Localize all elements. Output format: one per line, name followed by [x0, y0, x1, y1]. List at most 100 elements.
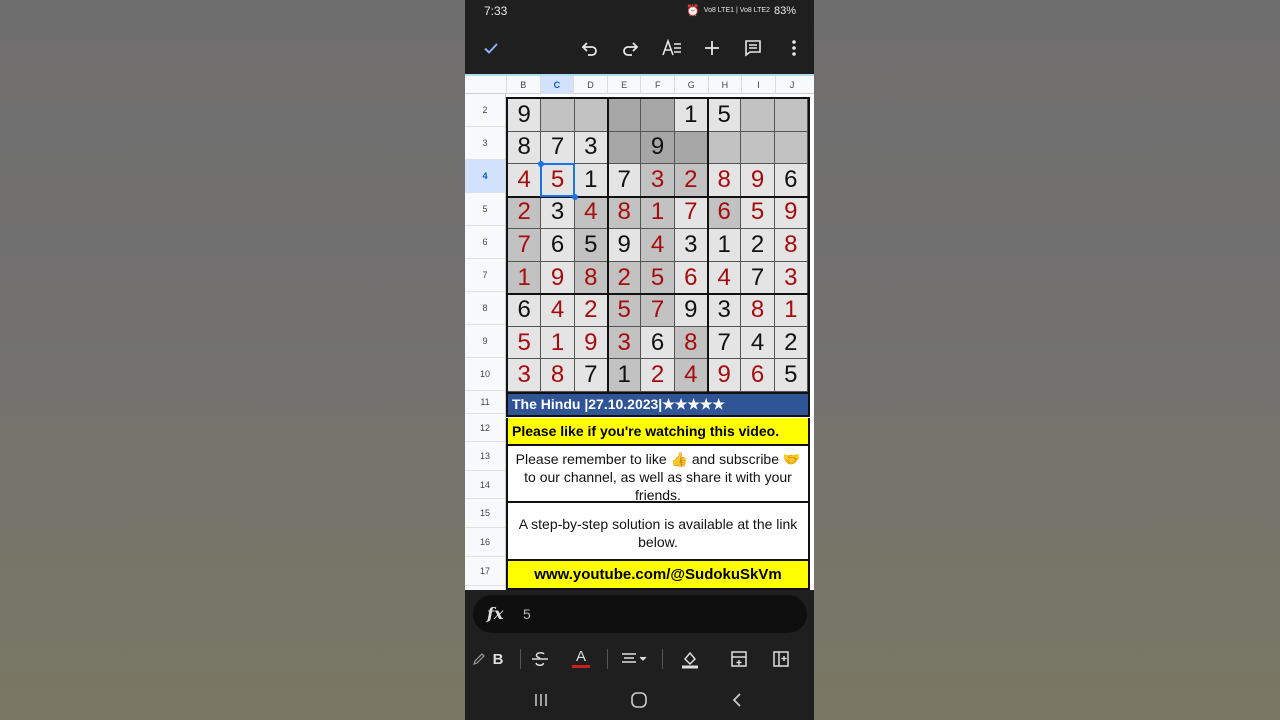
- row-header-17[interactable]: 17: [465, 557, 505, 586]
- redo-icon[interactable]: [612, 24, 648, 72]
- back-icon[interactable]: [717, 680, 757, 720]
- row-header-10[interactable]: 10: [465, 358, 505, 391]
- sudoku-cell[interactable]: 3: [574, 131, 608, 165]
- sudoku-cell[interactable]: 2: [674, 164, 708, 197]
- text-color-icon[interactable]: A: [569, 640, 593, 678]
- sudoku-cell[interactable]: 7: [608, 164, 642, 197]
- sudoku-cell[interactable]: 5: [508, 326, 542, 360]
- column-header-i[interactable]: I: [741, 76, 775, 94]
- recents-icon[interactable]: [521, 680, 561, 720]
- sudoku-cell[interactable]: 9: [541, 261, 575, 295]
- sudoku-cell[interactable]: 3: [674, 229, 708, 262]
- formula-input[interactable]: 5: [523, 606, 531, 622]
- column-header-b[interactable]: B: [506, 76, 540, 94]
- sudoku-cell[interactable]: 4: [674, 359, 708, 392]
- sudoku-cell[interactable]: [741, 99, 775, 132]
- sudoku-cell[interactable]: 2: [641, 359, 675, 392]
- sudoku-cell[interactable]: 1: [541, 326, 575, 360]
- column-header-g[interactable]: G: [674, 76, 708, 94]
- sudoku-cell[interactable]: [774, 131, 808, 165]
- sudoku-cell[interactable]: 8: [674, 326, 708, 360]
- sudoku-cell[interactable]: 9: [608, 229, 642, 262]
- sudoku-cell[interactable]: 3: [541, 196, 575, 230]
- sudoku-cell[interactable]: [574, 99, 608, 132]
- sudoku-cell[interactable]: 5: [708, 99, 742, 132]
- sudoku-cell[interactable]: 8: [508, 131, 542, 165]
- sudoku-cell[interactable]: 5: [608, 294, 642, 327]
- align-icon[interactable]: [617, 640, 651, 678]
- row-header-2[interactable]: 2: [465, 94, 505, 127]
- sudoku-cell[interactable]: 4: [741, 326, 775, 360]
- sudoku-cell[interactable]: 4: [574, 196, 608, 230]
- row-header-3[interactable]: 3: [465, 127, 505, 160]
- sudoku-cell[interactable]: 6: [774, 164, 808, 197]
- row-header-8[interactable]: 8: [465, 292, 505, 325]
- sudoku-cell[interactable]: 4: [508, 164, 542, 197]
- sudoku-cell[interactable]: 8: [541, 359, 575, 392]
- sudoku-cell[interactable]: 9: [508, 99, 542, 132]
- sudoku-cell[interactable]: 9: [708, 359, 742, 392]
- home-icon[interactable]: [619, 680, 659, 720]
- sudoku-cell[interactable]: 5: [774, 359, 808, 392]
- column-header-f[interactable]: F: [640, 76, 674, 94]
- sudoku-cell[interactable]: 9: [574, 326, 608, 360]
- sudoku-cell[interactable]: 7: [541, 131, 575, 165]
- sudoku-cell[interactable]: 2: [508, 196, 542, 230]
- banner-step-by-step[interactable]: A step-by-step solution is available at …: [506, 503, 810, 561]
- sudoku-cell[interactable]: 7: [741, 261, 775, 295]
- comment-icon[interactable]: [735, 24, 771, 72]
- add-icon[interactable]: [694, 24, 730, 72]
- formula-bar[interactable]: fx 5: [473, 595, 807, 633]
- sudoku-cell[interactable]: 2: [774, 326, 808, 360]
- sudoku-cell[interactable]: 1: [674, 99, 708, 132]
- sudoku-cell[interactable]: 9: [641, 131, 675, 165]
- sudoku-cell[interactable]: 1: [708, 229, 742, 262]
- sudoku-cell[interactable]: 6: [508, 294, 542, 327]
- sudoku-cell[interactable]: 6: [741, 359, 775, 392]
- column-header-c[interactable]: C: [539, 76, 574, 94]
- column-header-j[interactable]: J: [774, 76, 809, 94]
- sudoku-cell[interactable]: [774, 99, 808, 132]
- check-icon[interactable]: [473, 24, 509, 72]
- row-header-4[interactable]: 4: [465, 160, 505, 193]
- banner-channel-url[interactable]: www.youtube.com/@SudokuSkVm: [506, 561, 810, 590]
- column-header-d[interactable]: D: [573, 76, 607, 94]
- sudoku-cell[interactable]: 4: [708, 261, 742, 295]
- banner-the-hindu[interactable]: The Hindu |27.10.2023|★★★★★: [506, 394, 810, 417]
- sudoku-cell[interactable]: 9: [774, 196, 808, 230]
- sudoku-cell[interactable]: 8: [741, 294, 775, 327]
- sudoku-cell[interactable]: 7: [674, 196, 708, 230]
- selection-handle[interactable]: [571, 193, 578, 200]
- sudoku-cell[interactable]: 3: [608, 326, 642, 360]
- sudoku-cell[interactable]: 2: [608, 261, 642, 295]
- row-header-12[interactable]: 12: [465, 414, 505, 442]
- column-header-e[interactable]: E: [606, 76, 641, 94]
- spreadsheet-area[interactable]: BCDEFGHIJ 2 3 4 5 6 7 8 9 10 11 12 13 14 15 16 17 91587…: [465, 74, 814, 590]
- sudoku-cell[interactable]: [708, 131, 742, 165]
- sudoku-cell[interactable]: 6: [708, 196, 742, 230]
- sudoku-cell[interactable]: [608, 131, 642, 165]
- sudoku-cell[interactable]: 7: [708, 326, 742, 360]
- sudoku-cell[interactable]: 1: [641, 196, 675, 230]
- sudoku-cell[interactable]: 7: [574, 359, 608, 392]
- sudoku-cell[interactable]: 3: [508, 359, 542, 392]
- row-header-11[interactable]: 11: [465, 391, 505, 414]
- sudoku-cell[interactable]: 8: [608, 196, 642, 230]
- sudoku-cell[interactable]: 4: [541, 294, 575, 327]
- strikethrough-icon[interactable]: [528, 640, 552, 678]
- sudoku-cell[interactable]: 2: [574, 294, 608, 327]
- sudoku-cell[interactable]: 5: [741, 196, 775, 230]
- sudoku-cell[interactable]: [674, 131, 708, 165]
- row-header-6[interactable]: 6: [465, 226, 505, 259]
- row-header-13[interactable]: 13: [465, 442, 505, 471]
- pencil-icon[interactable]: [469, 640, 489, 678]
- sudoku-cell[interactable]: 1: [608, 359, 642, 392]
- sudoku-cell[interactable]: [541, 99, 575, 132]
- row-header-9[interactable]: 9: [465, 325, 505, 358]
- row-header-7[interactable]: 7: [465, 259, 505, 292]
- insert-row-icon[interactable]: [726, 640, 752, 678]
- sudoku-cell[interactable]: 1: [774, 294, 808, 327]
- selected-cell-outline[interactable]: [540, 163, 575, 197]
- sudoku-cell[interactable]: 7: [641, 294, 675, 327]
- text-format-icon[interactable]: [654, 24, 690, 72]
